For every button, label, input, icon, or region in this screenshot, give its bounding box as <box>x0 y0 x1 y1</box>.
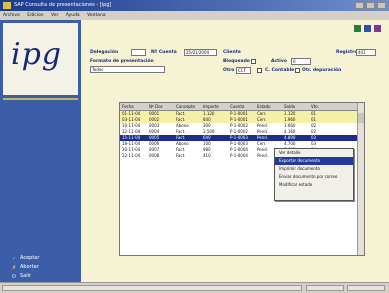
sidebar: ipg ✓ Aceptar ✗ Abortar ⏻ Salir <box>0 20 81 282</box>
checkbox-a-label: C. Contable <box>265 68 295 73</box>
delegation-field[interactable] <box>131 49 146 56</box>
date-label: Nº Cuenta <box>151 50 177 55</box>
title-bar: SAP Consulta de presentaciones - [ipg] <box>0 0 389 11</box>
divider <box>3 98 78 100</box>
report-field[interactable]: 401 <box>356 49 376 56</box>
column-header[interactable]: Importe <box>201 103 228 110</box>
save-icon[interactable] <box>364 25 371 32</box>
logo: ipg <box>11 37 63 72</box>
lock-label: Bloqueado <box>223 59 250 64</box>
context-menu: Ver detalle Exportar documento Imprimir … <box>274 148 354 201</box>
report-label: Registro <box>336 50 358 55</box>
accept-button[interactable]: ✓ Aceptar <box>12 255 39 262</box>
check-icon: ✓ <box>12 255 17 262</box>
table-header: Fecha Nº Doc Concepto Importe Cuenta Est… <box>120 103 364 111</box>
delegation-label: Delegación <box>90 50 119 55</box>
status-bar <box>0 282 389 293</box>
checkbox-b[interactable] <box>295 68 300 73</box>
status-panel <box>306 285 344 291</box>
lock-checkbox[interactable] <box>251 59 256 64</box>
column-header[interactable]: Concepto <box>174 103 201 110</box>
column-header[interactable]: Cuenta <box>228 103 255 110</box>
exit-icon: ⏻ <box>12 273 16 280</box>
toolbar <box>354 25 381 32</box>
checkbox-b-label: Otr. depuración <box>302 68 342 73</box>
context-menu-item[interactable]: Enviar documento por correo <box>275 173 353 181</box>
menu-help[interactable]: Ayuda <box>66 13 80 18</box>
checkbox-a[interactable] <box>257 68 262 73</box>
exit-button[interactable]: ⏻ Salir <box>12 273 39 280</box>
table-cell: P-1-0004 <box>230 153 248 158</box>
close-icon[interactable] <box>377 2 386 9</box>
scroll-thumb[interactable] <box>358 113 364 123</box>
menu-window[interactable]: Ventana <box>87 13 105 18</box>
table-cell: 410 <box>203 153 211 158</box>
menu-file[interactable]: Archivo <box>3 13 20 18</box>
status-panel <box>2 285 302 291</box>
date-field[interactable]: 25/01/2004 <box>184 49 217 56</box>
client-label: Cliente <box>223 50 241 55</box>
context-menu-item[interactable]: Modificar estado <box>275 181 353 189</box>
column-header[interactable]: Nº Doc <box>147 103 174 110</box>
print-icon[interactable] <box>354 25 361 32</box>
active-label: Activo <box>271 59 287 64</box>
column-header[interactable]: Saldo <box>282 103 309 110</box>
menu-view[interactable]: Ver <box>51 13 58 18</box>
proc-field[interactable]: CCF <box>236 67 251 74</box>
window-controls <box>355 2 386 9</box>
minimize-icon[interactable] <box>355 2 364 9</box>
context-menu-item[interactable]: Ver detalle <box>275 149 353 157</box>
context-menu-item[interactable]: Exportar documento <box>275 157 353 165</box>
cancel-icon: ✗ <box>12 264 17 271</box>
table-cell: 0008 <box>149 153 160 158</box>
vertical-scrollbar[interactable] <box>357 103 364 255</box>
abort-button[interactable]: ✗ Abortar <box>12 264 39 271</box>
side-actions: ✓ Aceptar ✗ Abortar ⏻ Salir <box>12 255 39 282</box>
type-select[interactable]: Todos <box>90 66 165 73</box>
app-icon <box>3 2 11 9</box>
type-label: Formato de presentación <box>90 59 154 64</box>
maximize-icon[interactable] <box>366 2 375 9</box>
settings-icon[interactable] <box>374 25 381 32</box>
context-menu-item[interactable]: Imprimir documento <box>275 165 353 173</box>
active-field[interactable]: 0 <box>291 58 311 65</box>
window-title: SAP Consulta de presentaciones - [ipg] <box>14 2 112 8</box>
logo-panel: ipg <box>3 23 78 95</box>
table-cell: Fact. <box>176 153 186 158</box>
proc-label: Otro <box>223 68 235 73</box>
column-header[interactable]: Vto. <box>309 103 336 110</box>
column-header[interactable]: Estado <box>255 103 282 110</box>
status-panel <box>347 285 385 291</box>
table-cell: 22-11-04 <box>122 153 141 158</box>
menu-edit[interactable]: Edicion <box>27 13 43 18</box>
column-header[interactable]: Fecha <box>120 103 147 110</box>
